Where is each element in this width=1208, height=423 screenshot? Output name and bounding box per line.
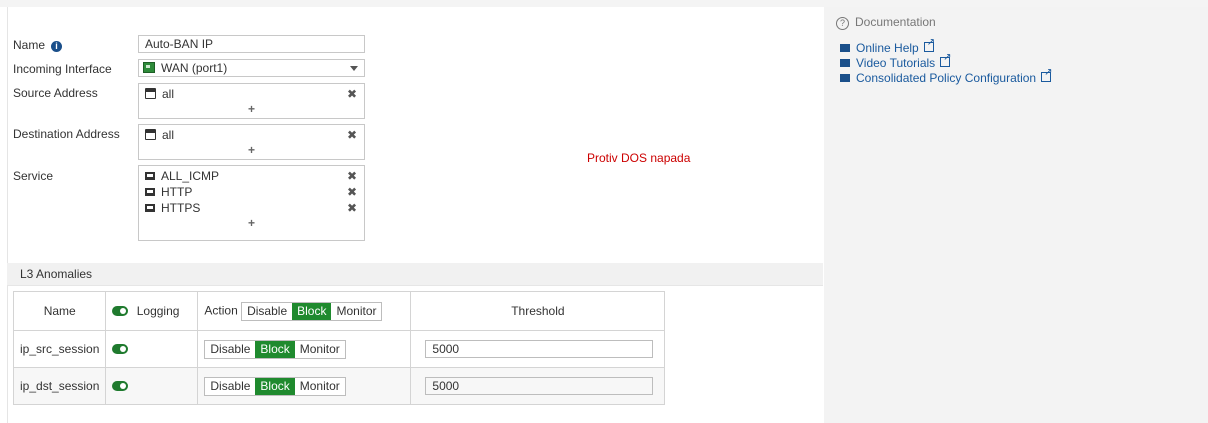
service-icon — [145, 188, 155, 196]
logging-toggle[interactable] — [112, 381, 129, 391]
service-icon — [145, 204, 155, 212]
video-icon — [840, 59, 850, 67]
monitor-option[interactable]: Monitor — [331, 303, 381, 320]
service-icon — [145, 172, 155, 180]
remove-icon[interactable]: ✖ — [347, 86, 357, 102]
col-logging-header: Logging — [105, 291, 198, 331]
interface-port-icon — [143, 62, 155, 73]
video-tutorials-link[interactable]: Video Tutorials — [840, 52, 952, 70]
table-row: ip_dst_session Disable Block Monitor 500… — [12, 367, 666, 405]
remove-icon[interactable]: ✖ — [347, 168, 357, 184]
chevron-down-icon — [350, 66, 358, 71]
threshold-input[interactable]: 5000 — [425, 377, 654, 395]
disable-option[interactable]: Disable — [242, 303, 292, 320]
name-input[interactable]: Auto-BAN IP — [138, 35, 365, 53]
list-item: all ✖ — [145, 86, 358, 102]
monitor-option[interactable]: Monitor — [295, 378, 345, 395]
help-circle-icon: ? — [836, 17, 849, 30]
name-label: Name i — [13, 38, 63, 52]
section-title: L3 Anomalies — [20, 267, 93, 281]
add-destination-button[interactable]: + — [145, 143, 358, 157]
logging-all-toggle[interactable] — [112, 306, 129, 316]
interface-select[interactable]: WAN (port1) — [138, 59, 365, 77]
comment-text: Protiv DOS napada — [587, 151, 691, 165]
monitor-option[interactable]: Monitor — [295, 341, 345, 358]
add-source-button[interactable]: + — [145, 102, 358, 116]
online-help-link[interactable]: Online Help — [840, 37, 935, 55]
disable-option[interactable]: Disable — [205, 341, 255, 358]
block-option[interactable]: Block — [255, 377, 295, 395]
table-row: ip_src_session Disable Block Monitor 500… — [12, 330, 666, 368]
consolidated-policy-link[interactable]: Consolidated Policy Configuration — [840, 67, 1052, 85]
section-header: L3 Anomalies — [7, 263, 823, 286]
info-icon[interactable]: i — [51, 41, 63, 52]
address-icon — [145, 129, 156, 140]
remove-icon[interactable]: ✖ — [347, 200, 357, 216]
row-name: ip_src_session — [12, 330, 107, 368]
table-header-row: Name Logging Action Disable Block Monito… — [12, 291, 666, 331]
block-option[interactable]: Block — [255, 340, 295, 358]
interface-value: WAN (port1) — [161, 61, 228, 75]
service-label: Service — [13, 169, 54, 183]
block-option[interactable]: Block — [292, 302, 332, 320]
external-link-icon — [1041, 67, 1052, 82]
anomalies-table: Name Logging Action Disable Block Monito… — [12, 291, 666, 405]
destination-label: Destination Address — [13, 127, 120, 141]
col-name-header: Name — [12, 291, 107, 331]
list-item: ALL_ICMP ✖ — [145, 168, 358, 184]
action-all-segmented: Disable Block Monitor — [241, 301, 383, 321]
add-service-button[interactable]: + — [145, 216, 358, 230]
action-segmented: Disable Block Monitor — [204, 376, 346, 396]
documentation-title: ? Documentation — [836, 15, 936, 30]
logging-toggle[interactable] — [112, 344, 129, 354]
video-icon — [840, 74, 850, 82]
col-action-header: Action Disable Block Monitor — [197, 291, 412, 331]
service-list[interactable]: ALL_ICMP ✖ HTTP ✖ HTTPS ✖ + — [138, 165, 365, 241]
interface-label: Incoming Interface — [13, 62, 112, 76]
threshold-input[interactable]: 5000 — [425, 340, 654, 358]
remove-icon[interactable]: ✖ — [347, 127, 357, 143]
list-item: HTTP ✖ — [145, 184, 358, 200]
source-address-list[interactable]: all ✖ + — [138, 83, 365, 119]
row-name: ip_dst_session — [12, 367, 107, 405]
external-link-icon — [940, 52, 952, 67]
top-bar — [0, 0, 1208, 7]
book-icon — [840, 44, 850, 52]
col-threshold-header: Threshold — [410, 291, 666, 331]
destination-address-list[interactable]: all ✖ + — [138, 124, 365, 160]
external-link-icon — [923, 37, 935, 52]
list-item: HTTPS ✖ — [145, 200, 358, 216]
disable-option[interactable]: Disable — [205, 378, 255, 395]
source-label: Source Address — [13, 86, 98, 100]
list-item: all ✖ — [145, 127, 358, 143]
address-icon — [145, 88, 156, 99]
action-segmented: Disable Block Monitor — [204, 339, 346, 359]
remove-icon[interactable]: ✖ — [347, 184, 357, 200]
